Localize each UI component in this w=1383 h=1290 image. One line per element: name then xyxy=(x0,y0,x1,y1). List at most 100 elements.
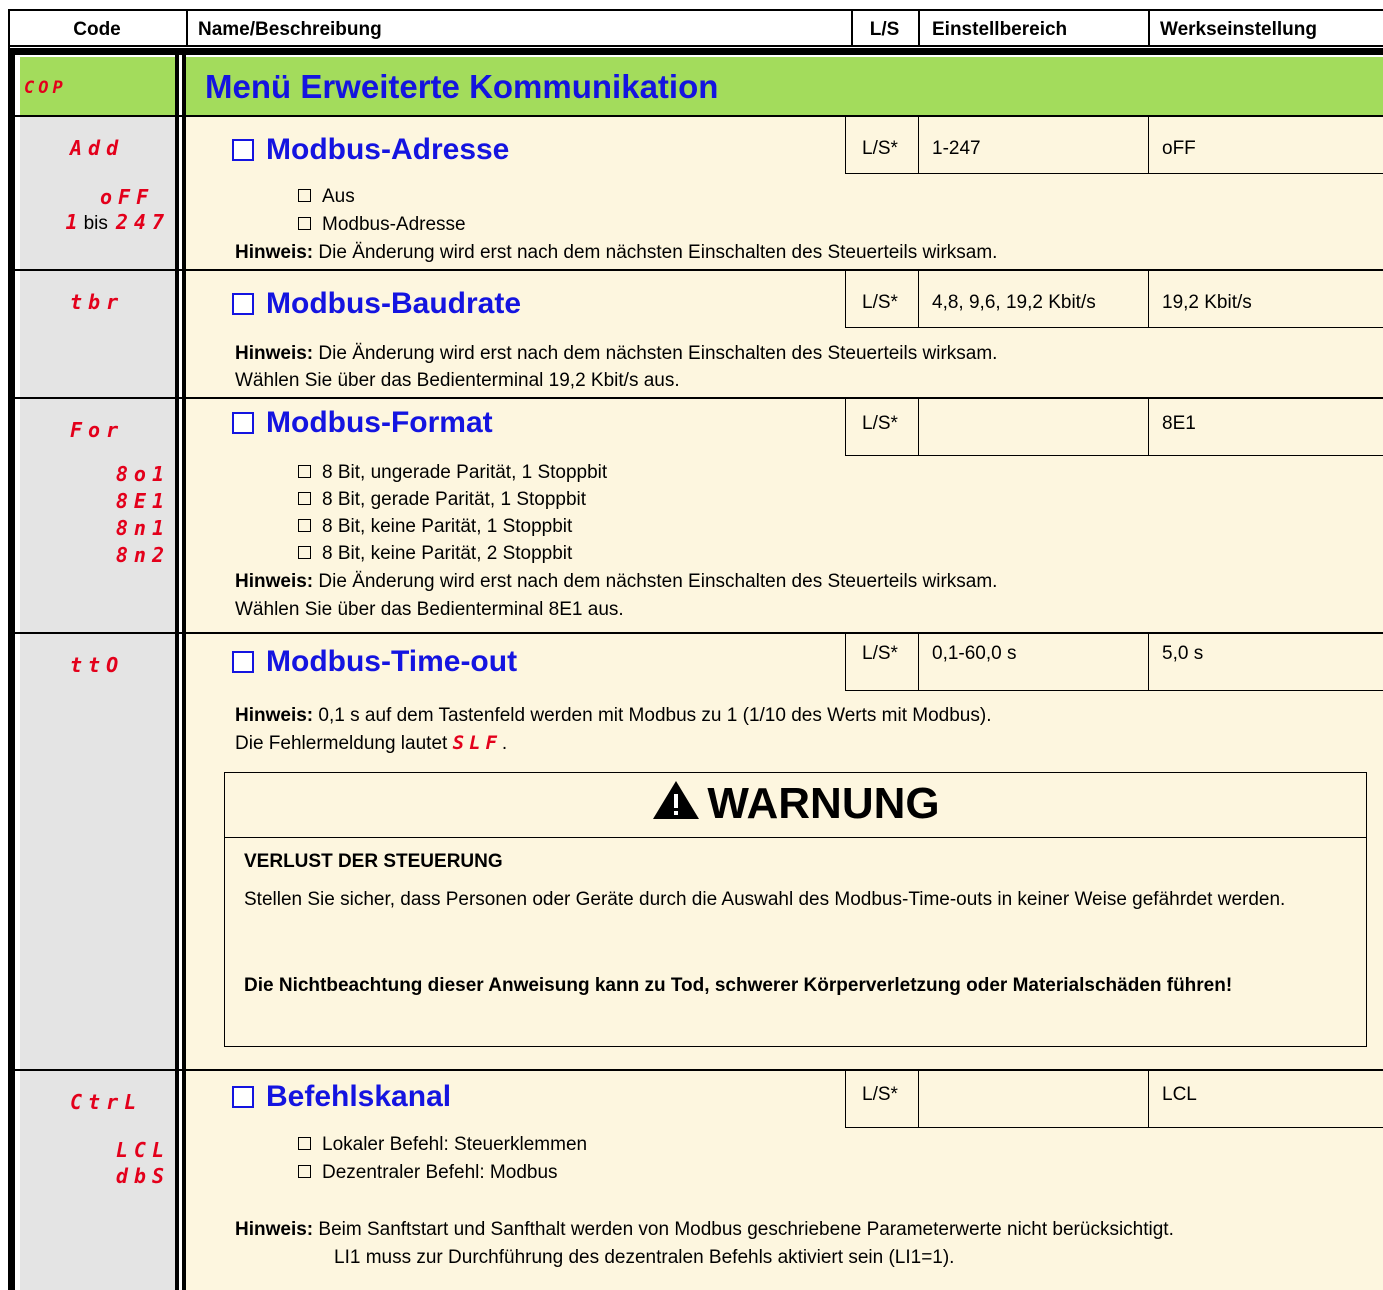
option-box-icon xyxy=(298,189,311,202)
code-divider-b xyxy=(182,55,186,1290)
ls-value-add: L/S* xyxy=(862,138,898,159)
ls-value-for: L/S* xyxy=(862,413,898,434)
ls-value-tbr: L/S* xyxy=(862,292,898,313)
hint-label: Hinweis: xyxy=(235,571,314,592)
option-code-dbs: dbS xyxy=(115,1164,170,1188)
header-factory: Werkseinstellung xyxy=(1160,19,1317,40)
divider xyxy=(1148,9,1150,47)
checkbox-icon xyxy=(232,412,254,434)
cell-divider xyxy=(918,1071,919,1128)
option-lcl: Lokaler Befehl: Steuerklemmen xyxy=(298,1131,587,1159)
param-cells-tto xyxy=(845,634,1383,691)
option-label: Modbus-Adresse xyxy=(322,214,466,235)
divider xyxy=(186,9,188,47)
option-code-lcl: LCL xyxy=(115,1138,170,1162)
divider xyxy=(918,9,920,47)
ls-value-ctrl: L/S* xyxy=(862,1084,898,1105)
option-code-8e1: 8E1 xyxy=(115,489,170,513)
warning-box: WARNUNG VERLUST DER STEUERUNG Stellen Si… xyxy=(224,772,1367,1047)
param-title-ctrl: Befehlskanal xyxy=(232,1080,451,1114)
warning-body: Stellen Sie sicher, dass Personen oder G… xyxy=(244,889,1286,910)
option-box-icon xyxy=(298,1137,311,1150)
note-add: Hinweis: Die Änderung wird erst nach dem… xyxy=(235,239,997,267)
param-title-tto: Modbus-Time-out xyxy=(232,645,517,679)
param-cells-tbr xyxy=(845,271,1383,328)
option-label: 8 Bit, keine Parität, 2 Stoppbit xyxy=(322,543,573,564)
cell-divider xyxy=(1148,634,1149,691)
note2-for: Wählen Sie über das Bedienterminal 8E1 a… xyxy=(235,599,624,620)
note-text: Die Änderung wird erst nach dem nächsten… xyxy=(318,242,998,263)
option-label: 8 Bit, gerade Parität, 1 Stoppbit xyxy=(322,489,587,510)
option-8o1: 8 Bit, ungerade Parität, 1 Stoppbit xyxy=(298,459,607,487)
cell-divider xyxy=(918,399,919,456)
param-code-add: Add xyxy=(70,136,125,160)
param-title-label: Modbus-Time-out xyxy=(266,645,518,678)
factory-value-ctrl: LCL xyxy=(1162,1084,1197,1105)
param-title-for: Modbus-Format xyxy=(232,406,493,440)
cell-divider xyxy=(918,117,919,174)
header-range: Einstellbereich xyxy=(932,19,1068,40)
range-value-tto: 0,1-60,0 s xyxy=(932,643,1017,664)
factory-value-add: oFF xyxy=(1162,138,1196,159)
hint-label: Hinweis: xyxy=(235,242,314,263)
warning-title-label: WARNUNG xyxy=(707,779,940,828)
ls-value-tto: L/S* xyxy=(862,643,898,664)
param-cells-add xyxy=(845,117,1383,174)
note2-tto: Die Fehlermeldung lautet SLF. xyxy=(235,729,507,758)
param-cells-ctrl xyxy=(845,1071,1383,1128)
note-for: Hinweis: Die Änderung wird erst nach dem… xyxy=(235,568,997,596)
param-code-tto: ttO xyxy=(70,653,125,677)
option-8n1: 8 Bit, keine Parität, 1 Stoppbit xyxy=(298,513,572,541)
option-modbus-address: Modbus-Adresse xyxy=(298,211,466,239)
option-box-icon xyxy=(298,1165,311,1178)
option-label: 8 Bit, keine Parität, 1 Stoppbit xyxy=(322,516,573,537)
cell-divider xyxy=(918,634,919,691)
range-bis-label: bis xyxy=(83,213,108,234)
frame-top-thick xyxy=(8,48,1383,55)
menu-title: Menü Erweiterte Kommunikation xyxy=(205,68,719,105)
factory-value-for: 8E1 xyxy=(1162,413,1196,434)
option-code-8n2: 8n2 xyxy=(115,543,170,567)
code-divider-a xyxy=(175,55,179,1290)
option-box-icon xyxy=(298,465,311,478)
option-label: Lokaler Befehl: Steuerklemmen xyxy=(322,1134,588,1155)
param-title-label: Modbus-Baudrate xyxy=(266,287,521,320)
warning-consequence: Die Nichtbeachtung dieser Anweisung kann… xyxy=(244,975,1233,996)
option-code-8n1: 8n1 xyxy=(115,516,170,540)
warning-title: WARNUNG xyxy=(225,779,1366,829)
checkbox-icon xyxy=(232,651,254,673)
frame-left-thick xyxy=(8,48,15,1290)
header-code: Code xyxy=(73,19,121,40)
option-code-range: 1bis 247 xyxy=(20,210,170,238)
cell-divider xyxy=(1148,271,1149,328)
note-text: Beim Sanftstart und Sanfthalt werden von… xyxy=(318,1219,1174,1240)
error-code-slf: SLF xyxy=(452,732,502,754)
param-cells-for xyxy=(845,399,1383,456)
warning-subtitle: VERLUST DER STEUERUNG xyxy=(244,851,503,872)
cell-divider xyxy=(1148,117,1149,174)
option-label: Aus xyxy=(322,186,355,207)
param-code-for: For xyxy=(70,418,125,442)
option-8n2: 8 Bit, keine Parität, 2 Stoppbit xyxy=(298,540,572,568)
cell-divider xyxy=(1148,1071,1149,1128)
checkbox-icon xyxy=(232,293,254,315)
option-aus: Aus xyxy=(298,183,355,211)
note-tto: Hinweis: 0,1 s auf dem Tastenfeld werden… xyxy=(235,702,991,730)
option-code-8o1: 8o1 xyxy=(115,462,170,486)
header-ls: L/S xyxy=(869,19,900,40)
option-box-icon xyxy=(298,546,311,559)
option-code-off: oFF xyxy=(100,185,155,209)
param-title-label: Befehlskanal xyxy=(266,1080,452,1113)
note2-ctrl: LI1 muss zur Durchführung des dezentrale… xyxy=(334,1247,955,1268)
cell-divider xyxy=(918,271,919,328)
hint-label: Hinweis: xyxy=(235,1219,314,1240)
factory-value-tbr: 19,2 Kbit/s xyxy=(1162,292,1252,313)
option-8e1: 8 Bit, gerade Parität, 1 Stoppbit xyxy=(298,486,586,514)
option-label: Dezentraler Befehl: Modbus xyxy=(322,1162,558,1183)
checkbox-icon xyxy=(232,1086,254,1108)
param-title-label: Modbus-Adresse xyxy=(266,133,510,166)
param-title-label: Modbus-Format xyxy=(266,406,493,439)
note-text: 0,1 s auf dem Tastenfeld werden mit Modb… xyxy=(318,705,992,726)
param-title-add: Modbus-Adresse xyxy=(232,133,509,167)
option-box-icon xyxy=(298,217,311,230)
